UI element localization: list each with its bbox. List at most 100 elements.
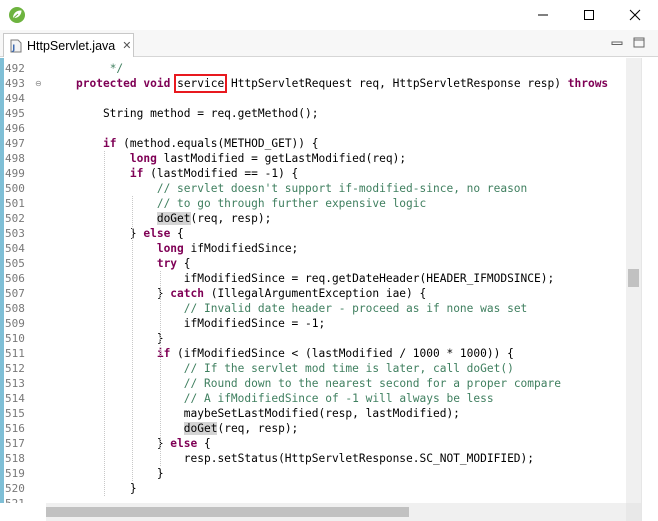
code-line[interactable]: maybeSetLastModified(resp, lastModified)… bbox=[76, 406, 460, 421]
tab-httpservlet-java[interactable]: J HttpServlet.java ✕ bbox=[3, 33, 134, 57]
comment-token: // If the servlet mod time is later, cal… bbox=[183, 362, 514, 375]
code-line[interactable]: doGet(req, resp); bbox=[76, 211, 271, 226]
keyword-token: if bbox=[102, 137, 117, 150]
overview-ruler[interactable] bbox=[641, 58, 658, 521]
code-line[interactable]: if (ifModifiedSince < (lastModified / 10… bbox=[76, 346, 514, 361]
code-line[interactable]: // to go through further expensive logic bbox=[76, 196, 426, 211]
code-token: { bbox=[170, 227, 184, 240]
keyword-token: else bbox=[143, 227, 171, 240]
code-token: lastModified = getLastModified(req); bbox=[156, 152, 407, 165]
code-line[interactable]: // servlet doesn't support if-modified-s… bbox=[76, 181, 527, 196]
code-token: } bbox=[76, 287, 171, 300]
line-number: 514 bbox=[5, 392, 25, 405]
tab-close-icon[interactable]: ✕ bbox=[122, 39, 131, 52]
code-token: } bbox=[76, 227, 144, 240]
keyword-token: catch bbox=[170, 287, 204, 300]
code-line[interactable]: } catch (IllegalArgumentException iae) { bbox=[76, 286, 426, 301]
code-area[interactable]: */protected void service HttpServletRequ… bbox=[46, 58, 641, 503]
keyword-token: else bbox=[170, 437, 198, 450]
line-number: 493 bbox=[5, 77, 25, 90]
code-line[interactable]: if (method.equals(METHOD_GET)) { bbox=[76, 136, 319, 151]
code-line[interactable]: */ bbox=[76, 61, 123, 76]
code-line[interactable]: } bbox=[76, 331, 164, 346]
line-number: 511 bbox=[5, 347, 25, 360]
view-maximize-icon[interactable] bbox=[632, 36, 648, 50]
line-number: 504 bbox=[5, 242, 25, 255]
code-token: } bbox=[76, 332, 164, 345]
code-token: resp.setStatus(HttpServletResponse.SC_NO… bbox=[76, 452, 535, 465]
line-number: 496 bbox=[5, 122, 25, 135]
view-minimize-icon[interactable] bbox=[610, 36, 626, 50]
code-line[interactable]: } else { bbox=[76, 436, 211, 451]
line-number: 520 bbox=[5, 482, 25, 495]
occurrence-highlight: doGet bbox=[156, 212, 191, 225]
horizontal-scrollbar[interactable] bbox=[46, 503, 626, 521]
code-line[interactable]: long ifModifiedSince; bbox=[76, 241, 298, 256]
keyword-token: long bbox=[156, 242, 184, 255]
horizontal-scroll-thumb[interactable] bbox=[46, 507, 409, 517]
line-number: 507 bbox=[5, 287, 25, 300]
code-line[interactable]: String method = req.getMethod(); bbox=[76, 106, 319, 121]
line-number: 499 bbox=[5, 167, 25, 180]
line-number: 513 bbox=[5, 377, 25, 390]
code-token: (ifModifiedSince < (lastModified / 1000 … bbox=[170, 347, 514, 360]
close-window-button[interactable] bbox=[612, 0, 658, 30]
code-line[interactable]: } bbox=[76, 466, 164, 481]
occurrence-highlight: doGet bbox=[183, 422, 218, 435]
code-editor[interactable]: 492 493 ⊖ 494 495 496 497 498 499 500 501 502 503 504… bbox=[0, 58, 641, 503]
code-line[interactable]: // Round down to the nearest second for … bbox=[76, 376, 561, 391]
code-line[interactable]: ifModifiedSince = -1; bbox=[76, 316, 325, 331]
vertical-scrollbar[interactable] bbox=[626, 58, 641, 503]
code-token: (lastModified == -1) { bbox=[143, 167, 299, 180]
comment-token: // Invalid date header - proceed as if n… bbox=[183, 302, 528, 315]
keyword-token: long bbox=[129, 152, 157, 165]
editor-tab-bar: J HttpServlet.java ✕ bbox=[0, 30, 658, 57]
code-line[interactable]: protected void service HttpServletReques… bbox=[76, 76, 608, 91]
fold-toggle-icon[interactable]: ⊖ bbox=[35, 79, 44, 88]
quick-diff-bar bbox=[0, 58, 4, 503]
line-number: 518 bbox=[5, 452, 25, 465]
line-number: 517 bbox=[5, 437, 25, 450]
code-token: { bbox=[197, 437, 211, 450]
line-number: 500 bbox=[5, 182, 25, 195]
minimize-button[interactable] bbox=[520, 0, 566, 30]
code-line[interactable]: doGet(req, resp); bbox=[76, 421, 298, 436]
code-line[interactable]: } bbox=[76, 481, 137, 496]
keyword-token: if bbox=[156, 347, 171, 360]
code-token: HttpServletRequest req, HttpServletRespo… bbox=[224, 77, 568, 90]
keyword-token: throws bbox=[567, 77, 609, 90]
code-line[interactable]: // Invalid date header - proceed as if n… bbox=[76, 301, 528, 316]
code-line[interactable]: // A ifModifiedSince of -1 will always b… bbox=[76, 391, 494, 406]
keyword-token: if bbox=[129, 167, 144, 180]
code-line[interactable]: } else { bbox=[76, 226, 184, 241]
line-number: 497 bbox=[5, 137, 25, 150]
line-number: 506 bbox=[5, 272, 25, 285]
code-line[interactable]: ifModifiedSince = req.getDateHeader(HEAD… bbox=[76, 271, 554, 286]
code-line[interactable]: if (lastModified == -1) { bbox=[76, 166, 298, 181]
code-line[interactable]: // If the servlet mod time is later, cal… bbox=[76, 361, 514, 376]
line-number: 519 bbox=[5, 467, 25, 480]
line-number: 495 bbox=[5, 107, 25, 120]
code-line[interactable]: resp.setStatus(HttpServletResponse.SC_NO… bbox=[76, 451, 534, 466]
line-number: 494 bbox=[5, 92, 25, 105]
line-number: 503 bbox=[5, 227, 25, 240]
line-number: 505 bbox=[5, 257, 25, 270]
comment-token: // servlet doesn't support if-modified-s… bbox=[156, 182, 528, 195]
code-line[interactable]: long lastModified = getLastModified(req)… bbox=[76, 151, 406, 166]
minimize-icon bbox=[538, 14, 548, 16]
code-token: (method.equals(METHOD_GET)) { bbox=[116, 137, 319, 150]
maximize-button[interactable] bbox=[566, 0, 612, 30]
vertical-scroll-thumb[interactable] bbox=[628, 269, 639, 287]
code-line[interactable]: try { bbox=[76, 256, 191, 271]
line-number: 516 bbox=[5, 422, 25, 435]
window-titlebar bbox=[0, 0, 658, 30]
